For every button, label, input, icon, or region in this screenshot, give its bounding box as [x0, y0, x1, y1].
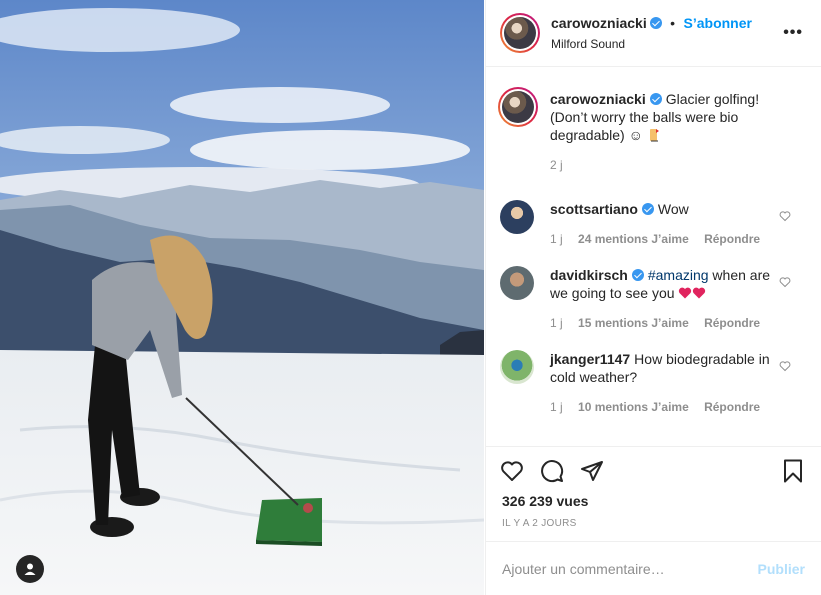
- red-heart-emoji-icon: [693, 287, 706, 299]
- tagged-users-button[interactable]: [16, 555, 44, 583]
- comment-like-heart-icon[interactable]: [779, 276, 791, 288]
- follow-button[interactable]: S’abonner: [684, 15, 752, 31]
- user-icon: [24, 563, 36, 575]
- comment-username[interactable]: jkanger1147: [550, 351, 630, 367]
- author-avatar[interactable]: [500, 13, 540, 53]
- verified-badge-icon: [649, 17, 662, 29]
- author-username[interactable]: carowozniacki: [551, 15, 647, 31]
- caption-avatar[interactable]: [498, 87, 538, 127]
- comment-likes[interactable]: 10 mentions J’aime: [578, 400, 689, 414]
- comment-text: scottsartiano Wow: [550, 200, 775, 218]
- separator-dot: •: [670, 15, 676, 31]
- comment-hashtag[interactable]: #amazing: [648, 267, 709, 283]
- comment-text: davidkirsch #amazing when are we going to…: [550, 266, 775, 302]
- comment-body: Wow: [657, 201, 689, 217]
- verified-badge-icon: [631, 269, 644, 281]
- view-count[interactable]: 326 239 vues: [502, 493, 588, 509]
- post-timestamp[interactable]: IL Y A 2 JOURS: [502, 518, 577, 529]
- publish-button[interactable]: Publier: [758, 561, 805, 577]
- verified-badge-icon: [641, 203, 654, 215]
- comment-likes[interactable]: 24 mentions J’aime: [578, 232, 689, 246]
- comment-like-heart-icon[interactable]: [779, 210, 791, 222]
- more-options-button[interactable]: •••: [783, 24, 803, 42]
- comment-row: davidkirsch #amazing when are we going to…: [486, 246, 821, 330]
- caption-row: carowozniacki Glacier golfing! (Don’t wor…: [486, 68, 821, 172]
- post-side-panel: carowozniacki • S’abonner Milford Sound …: [485, 0, 821, 595]
- post-video[interactable]: [0, 0, 484, 595]
- glacier-golf-scene: [0, 0, 484, 595]
- bookmark-icon[interactable]: [781, 459, 805, 483]
- comment-row: jkanger1147 How biodegradable in cold wea…: [486, 330, 821, 414]
- comment-username[interactable]: scottsartiano: [550, 201, 638, 217]
- comment-icon[interactable]: [540, 459, 564, 483]
- comment-time[interactable]: 1 j: [550, 232, 563, 246]
- comment-meta: 1 j 15 mentions J’aime Répondre: [550, 316, 775, 330]
- comment-likes[interactable]: 15 mentions J’aime: [578, 316, 689, 330]
- caption-username[interactable]: carowozniacki: [550, 91, 646, 107]
- verified-badge-icon: [649, 93, 662, 105]
- commenter-avatar[interactable]: [500, 350, 534, 384]
- red-heart-emoji-icon: [679, 287, 692, 299]
- comments-list[interactable]: carowozniacki Glacier golfing! (Don’t wor…: [486, 68, 821, 446]
- comment-input[interactable]: [502, 560, 758, 577]
- caption-time[interactable]: 2 j: [550, 158, 563, 172]
- comment-time[interactable]: 1 j: [550, 316, 563, 330]
- commenter-avatar[interactable]: [500, 266, 534, 300]
- reply-button[interactable]: Répondre: [704, 316, 760, 330]
- comment-meta: 1 j 10 mentions J’aime Répondre: [550, 400, 775, 414]
- comment-like-heart-icon[interactable]: [779, 360, 791, 372]
- add-comment-bar: Publier: [486, 541, 821, 595]
- reply-button[interactable]: Répondre: [704, 232, 760, 246]
- commenter-avatar[interactable]: [500, 200, 534, 234]
- post-actions: 326 239 vues IL Y A 2 JOURS: [486, 446, 821, 541]
- golfer-emoji-icon: [649, 129, 659, 142]
- share-icon[interactable]: [580, 459, 604, 483]
- comment-meta: 1 j 24 mentions J’aime Répondre: [550, 232, 775, 246]
- comment-time[interactable]: 1 j: [550, 400, 563, 414]
- caption-meta: 2 j: [550, 158, 775, 172]
- comment-row: scottsartiano Wow 1 j 24 mentions J’aime …: [486, 172, 821, 246]
- post-location[interactable]: Milford Sound: [551, 37, 752, 51]
- heart-icon[interactable]: [500, 459, 524, 483]
- post-header: carowozniacki • S’abonner Milford Sound …: [486, 0, 821, 67]
- comment-text: jkanger1147 How biodegradable in cold wea…: [550, 350, 775, 386]
- caption-text: carowozniacki Glacier golfing! (Don’t wor…: [550, 90, 775, 144]
- comment-username[interactable]: davidkirsch: [550, 267, 628, 283]
- reply-button[interactable]: Répondre: [704, 400, 760, 414]
- instagram-post-modal: carowozniacki • S’abonner Milford Sound …: [0, 0, 821, 595]
